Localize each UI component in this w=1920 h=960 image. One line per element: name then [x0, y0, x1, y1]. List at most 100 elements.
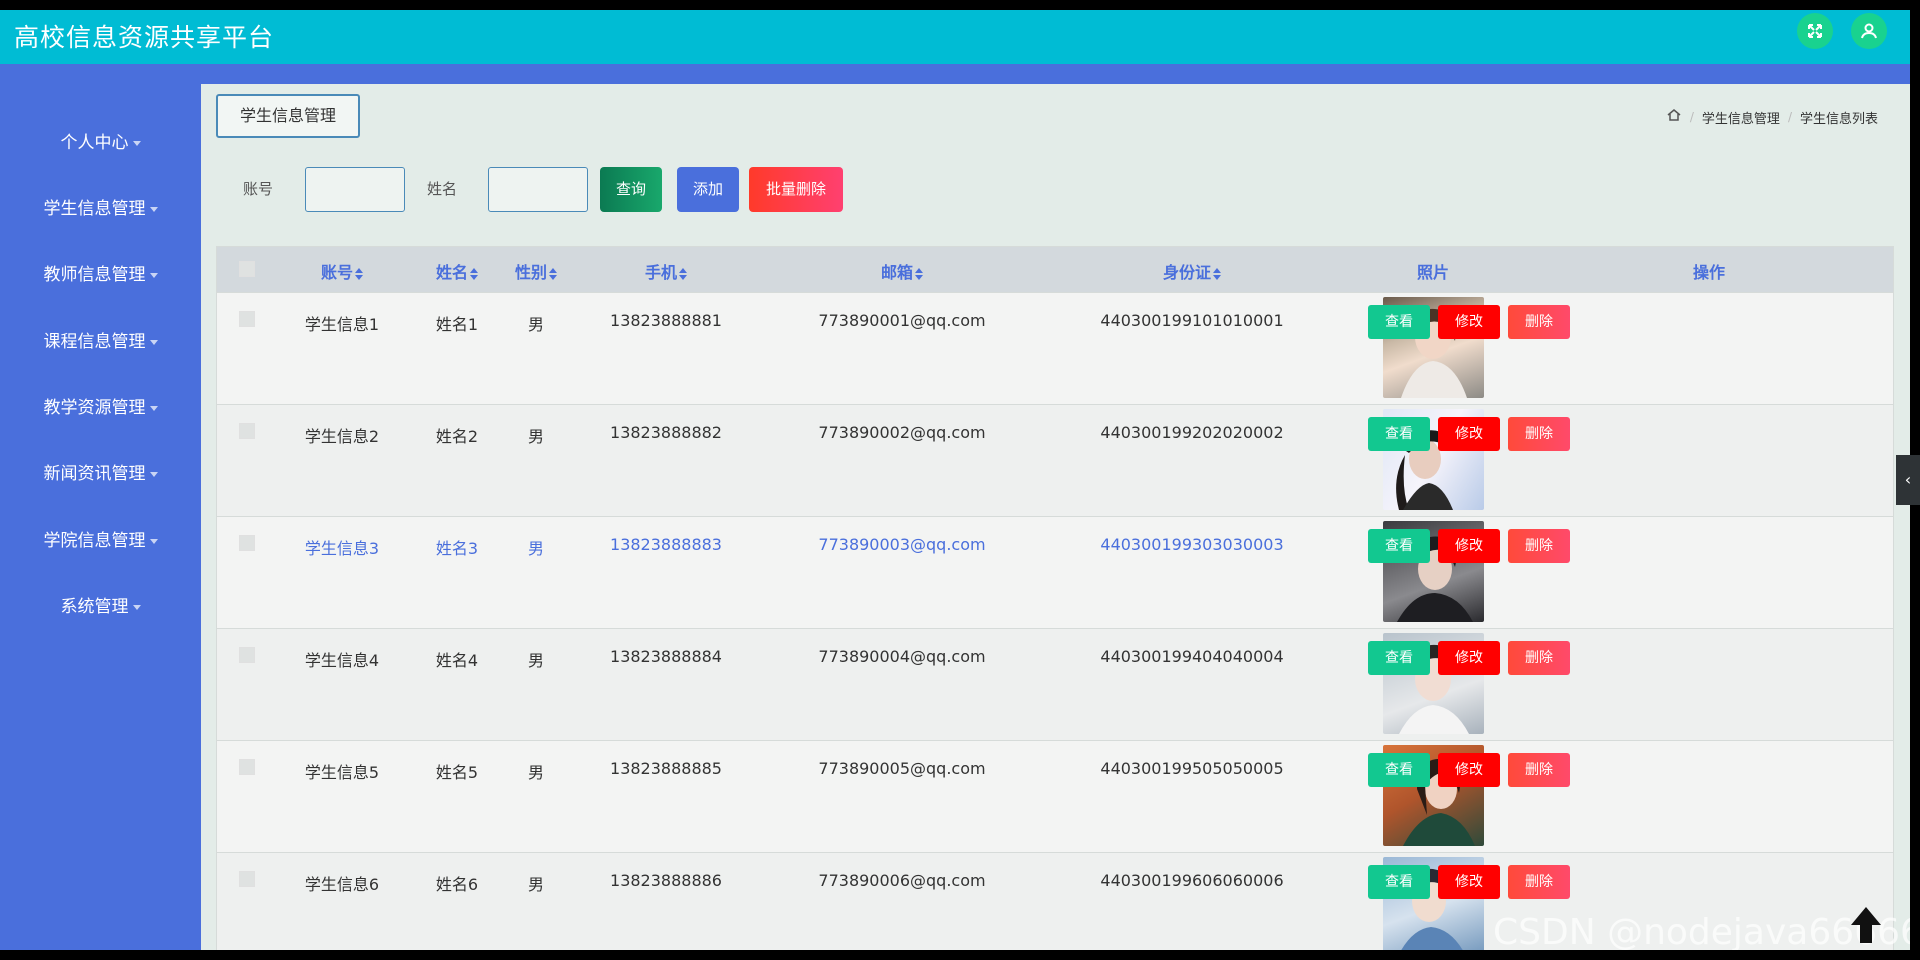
breadcrumb-separator: /	[1787, 110, 1792, 124]
table-row[interactable]: 学生信息5 姓名5 男 13823888885 773890005@qq.com…	[217, 740, 1893, 852]
name-label: 姓名	[427, 180, 458, 198]
view-button[interactable]: 查看	[1368, 305, 1430, 339]
fullscreen-icon[interactable]	[1797, 13, 1833, 49]
sidebar-item-teacher-info[interactable]: 教师信息管理	[0, 260, 201, 290]
chevron-down-icon	[149, 538, 158, 544]
edit-button[interactable]: 修改	[1438, 417, 1500, 451]
delete-button[interactable]: 删除	[1508, 529, 1570, 563]
cell-email: 773890001@qq.com	[818, 311, 986, 330]
column-header-email[interactable]: 邮箱	[881, 259, 924, 283]
cell-gender: 男	[527, 427, 545, 446]
cell-name: 姓名5	[435, 763, 479, 782]
row-checkbox[interactable]	[239, 311, 255, 327]
table-row[interactable]: 学生信息2 姓名2 男 13823888882 773890002@qq.com…	[217, 404, 1893, 516]
main-content: 学生信息管理 / 学生信息管理 / 学生信息列表 账号 姓名 查询 添加 批量删…	[201, 84, 1910, 950]
column-header-phone[interactable]: 手机	[645, 259, 688, 283]
sort-icon[interactable]	[549, 267, 558, 280]
table-row[interactable]: 学生信息3 姓名3 男 13823888883 773890003@qq.com…	[217, 516, 1893, 628]
delete-button[interactable]: 删除	[1508, 865, 1570, 899]
delete-button[interactable]: 删除	[1508, 417, 1570, 451]
view-button[interactable]: 查看	[1368, 753, 1430, 787]
delete-button[interactable]: 删除	[1508, 641, 1570, 675]
cell-id-card: 440300199101010001	[1100, 311, 1284, 330]
row-checkbox[interactable]	[239, 423, 255, 439]
delete-button[interactable]: 删除	[1508, 753, 1570, 787]
sidebar-item-personal-center[interactable]: 个人中心	[0, 128, 201, 158]
view-button[interactable]: 查看	[1368, 641, 1430, 675]
table-header: 账号 姓名 性别 手机 邮箱 身份证 照片 操作	[217, 247, 1893, 292]
sidebar-item-label: 学院信息管理	[43, 531, 146, 551]
edit-button[interactable]: 修改	[1438, 865, 1500, 899]
sidebar-item-label: 课程信息管理	[43, 332, 146, 352]
name-input[interactable]	[488, 167, 588, 212]
cell-id-card: 440300199404040004	[1100, 647, 1284, 666]
sort-icon[interactable]	[355, 267, 364, 280]
sidebar-item-news[interactable]: 新闻资讯管理	[0, 459, 201, 489]
cell-id-card: 440300199505050005	[1100, 759, 1284, 778]
cell-email: 773890004@qq.com	[818, 647, 986, 666]
cell-phone: 13823888886	[610, 871, 722, 890]
account-label: 账号	[243, 180, 274, 198]
row-checkbox[interactable]	[239, 759, 255, 775]
cell-gender: 男	[527, 875, 545, 894]
chevron-down-icon	[132, 604, 141, 610]
sidebar-item-college-info[interactable]: 学院信息管理	[0, 526, 201, 556]
column-header-account[interactable]: 账号	[321, 259, 364, 283]
page-title[interactable]: 学生信息管理	[216, 94, 360, 138]
table-row[interactable]: 学生信息4 姓名4 男 13823888884 773890004@qq.com…	[217, 628, 1893, 740]
view-button[interactable]: 查看	[1368, 865, 1430, 899]
user-icon[interactable]	[1851, 13, 1887, 49]
cell-gender: 男	[527, 315, 545, 334]
cell-account: 学生信息1	[304, 315, 380, 334]
sort-icon[interactable]	[679, 267, 688, 280]
app-title: 高校信息资源共享平台	[14, 23, 275, 52]
cell-email: 773890005@qq.com	[818, 759, 986, 778]
cell-account: 学生信息5	[304, 763, 380, 782]
column-header-gender[interactable]: 性别	[515, 259, 558, 283]
collapse-panel-icon[interactable]: ‹	[1896, 455, 1920, 505]
home-icon[interactable]	[1666, 107, 1682, 127]
back-to-top-icon[interactable]	[1849, 905, 1883, 945]
cell-name: 姓名3	[435, 539, 479, 558]
sidebar-item-student-info[interactable]: 学生信息管理	[0, 194, 201, 224]
cell-account: 学生信息4	[304, 651, 380, 670]
edit-button[interactable]: 修改	[1438, 305, 1500, 339]
edit-button[interactable]: 修改	[1438, 753, 1500, 787]
column-header-id-card[interactable]: 身份证	[1163, 259, 1222, 283]
breadcrumb-item: 学生信息列表	[1799, 111, 1878, 127]
select-all-checkbox[interactable]	[239, 261, 255, 277]
sidebar-item-label: 教学资源管理	[43, 398, 146, 418]
row-checkbox[interactable]	[239, 535, 255, 551]
breadcrumb-separator: /	[1689, 110, 1694, 124]
query-button[interactable]: 查询	[600, 167, 662, 212]
row-checkbox[interactable]	[239, 647, 255, 663]
add-button[interactable]: 添加	[677, 167, 739, 212]
view-button[interactable]: 查看	[1368, 529, 1430, 563]
cell-phone: 13823888881	[610, 311, 722, 330]
table-row[interactable]: 学生信息1 姓名1 男 13823888881 773890001@qq.com…	[217, 292, 1893, 404]
sidebar-item-system[interactable]: 系统管理	[0, 592, 201, 622]
view-button[interactable]: 查看	[1368, 417, 1430, 451]
sort-icon[interactable]	[1213, 267, 1222, 280]
sidebar-item-teaching-resources[interactable]: 教学资源管理	[0, 393, 201, 423]
row-checkbox[interactable]	[239, 871, 255, 887]
account-input[interactable]	[305, 167, 405, 212]
delete-button[interactable]: 删除	[1508, 305, 1570, 339]
batch-delete-button[interactable]: 批量删除	[749, 167, 843, 212]
sort-icon[interactable]	[915, 267, 924, 280]
sidebar-item-course-info[interactable]: 课程信息管理	[0, 327, 201, 357]
column-header-name[interactable]: 姓名	[436, 259, 479, 283]
cell-phone: 13823888885	[610, 759, 722, 778]
cell-email: 773890002@qq.com	[818, 423, 986, 442]
breadcrumb-item[interactable]: 学生信息管理	[1702, 108, 1780, 127]
cell-name: 姓名6	[435, 875, 479, 894]
chevron-down-icon	[149, 405, 158, 411]
watermark: CSDN @nodejava666666	[1493, 912, 1910, 950]
chevron-down-icon	[132, 140, 141, 146]
cell-gender: 男	[527, 763, 545, 782]
cell-phone: 13823888884	[610, 647, 722, 666]
sort-icon[interactable]	[470, 267, 479, 280]
edit-button[interactable]: 修改	[1438, 529, 1500, 563]
app-window: 高校信息资源共享平台 个人中心 学生信息管理 教师信息管理 课程信息管理 教学资…	[0, 10, 1910, 950]
edit-button[interactable]: 修改	[1438, 641, 1500, 675]
